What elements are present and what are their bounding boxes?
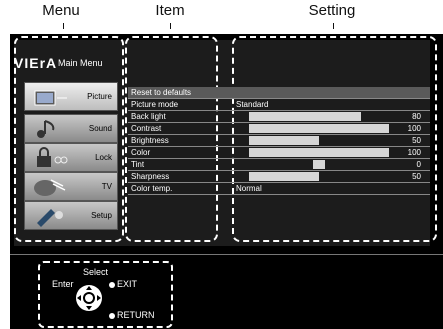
setting-value: Standard — [236, 100, 269, 109]
item-label: Sharpness — [131, 172, 170, 181]
dpad-icon — [76, 285, 102, 311]
enter-label: Enter — [52, 279, 74, 289]
setting-label-tick — [333, 23, 334, 29]
slider-bar[interactable] — [249, 136, 319, 145]
viera-logo: VIErA — [14, 55, 58, 71]
return-dot-icon — [109, 313, 115, 319]
menu-setup-label: Setup — [91, 211, 112, 220]
setting-number: 80 — [412, 112, 421, 121]
exit-label: EXIT — [117, 279, 138, 289]
picture-icon — [34, 90, 67, 106]
menu-lock-button[interactable]: Lock — [24, 143, 118, 172]
item-label-tick — [170, 23, 171, 29]
select-label: Select — [83, 267, 109, 277]
setting-number: 0 — [416, 160, 421, 169]
slider-bar[interactable] — [249, 172, 319, 181]
menu-column-label: Menu — [42, 2, 80, 19]
setup-icon — [37, 209, 63, 227]
item-column-label: Item — [155, 2, 185, 19]
menu-setup-button[interactable]: Setup — [24, 201, 118, 230]
setting-value: Normal — [236, 184, 262, 193]
menu-sound-button[interactable]: Sound — [24, 114, 118, 143]
slider-bar[interactable] — [249, 124, 389, 133]
slider-bar[interactable] — [249, 148, 389, 157]
menu-picture-label: Picture — [87, 92, 112, 101]
item-label: Picture mode — [131, 100, 179, 109]
menu-label-tick — [63, 23, 64, 29]
menu-tv-button[interactable]: TV — [24, 172, 118, 201]
item-label: Color temp. — [131, 184, 173, 193]
item-label: Contrast — [131, 124, 162, 133]
setting-number: 50 — [412, 172, 421, 181]
exit-dot-icon — [109, 282, 115, 288]
menu-picture-button[interactable]: Picture — [24, 82, 118, 111]
item-label: Brightness — [131, 136, 169, 145]
menu-sound-label: Sound — [88, 124, 112, 133]
setting-column-label: Setting — [308, 2, 356, 19]
item-label: Color — [131, 148, 151, 157]
sound-icon — [37, 120, 55, 138]
return-label: RETURN — [117, 310, 155, 320]
slider-bar[interactable] — [249, 112, 361, 121]
item-label: Reset to defaults — [131, 88, 192, 97]
slider-bar[interactable] — [313, 160, 325, 169]
lock-icon — [37, 147, 68, 167]
main-menu-title: Main Menu — [58, 58, 103, 68]
setting-row[interactable] — [128, 183, 430, 195]
setting-number: 50 — [412, 136, 421, 145]
menu-tv-label: TV — [101, 182, 112, 191]
divider — [10, 254, 443, 255]
item-label: Back light — [131, 112, 166, 121]
item-label: Tint — [131, 160, 145, 169]
menu-lock-label: Lock — [95, 153, 112, 162]
tv-icon — [34, 179, 66, 196]
